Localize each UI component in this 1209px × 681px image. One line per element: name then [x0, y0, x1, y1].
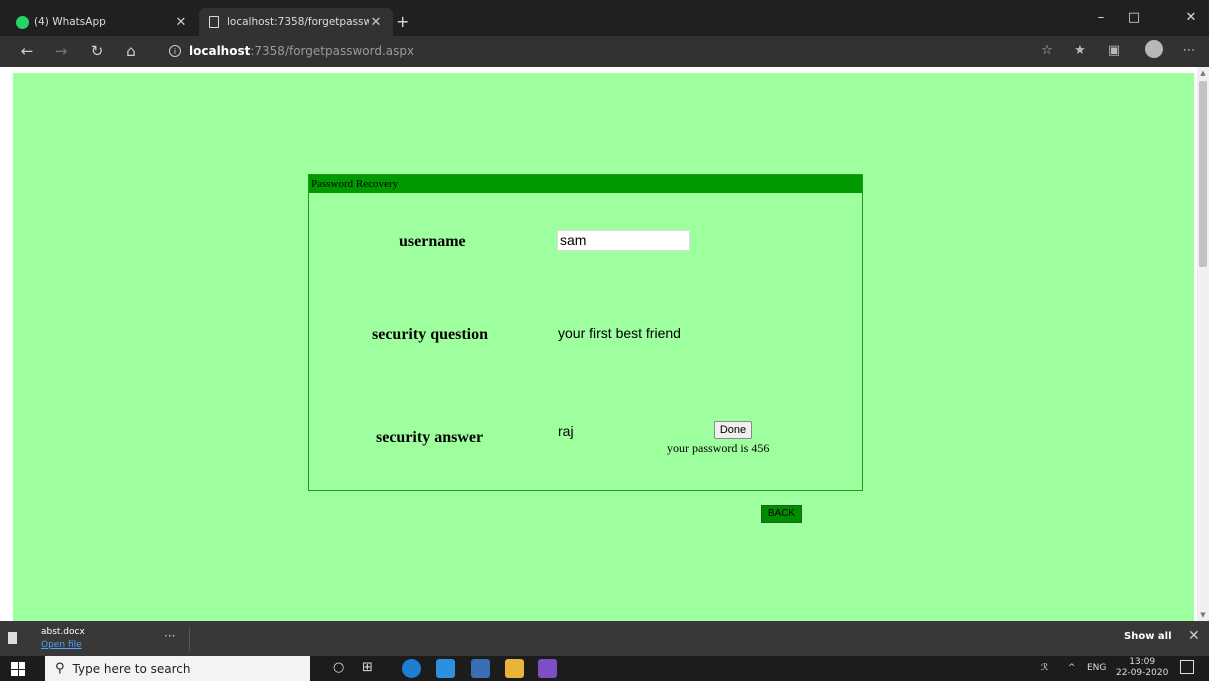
store-icon[interactable]	[436, 659, 455, 678]
favorites-icon[interactable]: ★	[1071, 43, 1089, 58]
forward-icon[interactable]: →	[51, 42, 71, 60]
username-label: username	[399, 233, 466, 250]
show-all-button[interactable]: Show all	[1124, 631, 1172, 642]
new-tab-button[interactable]: +	[396, 12, 409, 31]
url-path: :7358/forgetpassword.aspx	[250, 44, 415, 58]
search-placeholder: Type here to search	[72, 661, 191, 676]
password-recovery-panel: Password Recovery username sam security …	[308, 174, 863, 491]
tab-whatsapp[interactable]: (4) WhatsApp ✕	[6, 8, 198, 36]
tab-title: localhost:7358/forgetpassword.a	[227, 16, 369, 28]
clock[interactable]: 13:09 22-09-2020	[1116, 657, 1168, 679]
password-result-message: your password is 456	[667, 441, 770, 455]
paint-icon[interactable]	[471, 659, 490, 678]
cortana-icon[interactable]: ○	[333, 660, 344, 675]
panel-title: Password Recovery	[309, 175, 862, 193]
collections-icon[interactable]: ▣	[1105, 43, 1123, 58]
scroll-down-icon[interactable]: ▼	[1197, 611, 1209, 619]
favorite-star-icon[interactable]: ☆	[1038, 43, 1056, 58]
scroll-up-icon[interactable]: ▲	[1197, 69, 1209, 77]
file-explorer-icon[interactable]	[505, 659, 524, 678]
address-bar[interactable]: i localhost:7358/forgetpassword.aspx	[169, 44, 414, 58]
navigation-bar: ← → ↻ ⌂ i localhost:7358/forgetpassword.…	[0, 36, 1209, 67]
whatsapp-icon	[16, 15, 29, 29]
maximize-button[interactable]: □	[1124, 10, 1144, 25]
clock-date: 22-09-2020	[1116, 668, 1169, 678]
page-icon	[209, 16, 219, 28]
tab-strip: (4) WhatsApp ✕ localhost:7358/forgetpass…	[0, 0, 1209, 36]
scroll-thumb[interactable]	[1199, 81, 1207, 267]
tab-forgetpassword[interactable]: localhost:7358/forgetpassword.a ✕	[199, 8, 393, 36]
back-button[interactable]: BACK	[761, 505, 802, 523]
document-icon	[8, 632, 17, 644]
search-icon: ⚲	[55, 661, 65, 676]
security-answer-label: security answer	[376, 429, 484, 446]
taskbar-search[interactable]: ⚲ Type here to search	[45, 656, 310, 681]
downloads-bar: abst.docx Open file ··· Show all ✕	[0, 621, 1209, 656]
people-icon[interactable]: ℛ	[1041, 663, 1048, 673]
home-icon[interactable]: ⌂	[121, 42, 141, 60]
more-icon[interactable]: ⋯	[1180, 43, 1198, 58]
back-icon[interactable]: ←	[17, 42, 37, 60]
security-answer-field[interactable]: raj	[558, 423, 574, 439]
download-options-icon[interactable]: ···	[164, 629, 175, 643]
minimize-button[interactable]: –	[1091, 10, 1111, 25]
close-window-button[interactable]: ✕	[1181, 10, 1201, 25]
notifications-icon[interactable]	[1180, 660, 1194, 674]
download-file-name[interactable]: abst.docx	[41, 627, 85, 637]
tab-title: (4) WhatsApp	[34, 16, 106, 28]
security-question-label: security question	[372, 326, 488, 343]
profile-icon[interactable]	[1145, 40, 1163, 58]
username-input[interactable]: sam	[557, 230, 690, 251]
edge-icon[interactable]	[402, 659, 421, 678]
close-downloads-icon[interactable]: ✕	[1188, 628, 1200, 644]
windows-start-icon[interactable]	[11, 662, 25, 676]
taskbar: ⚲ Type here to search ○ ⊞ ℛ ^ ENG 13:09 …	[0, 656, 1209, 681]
close-tab-icon[interactable]: ✕	[174, 15, 188, 30]
info-icon[interactable]: i	[169, 45, 181, 57]
task-view-icon[interactable]: ⊞	[362, 660, 373, 675]
url-host: localhost	[189, 44, 251, 58]
divider	[189, 627, 190, 651]
language-indicator[interactable]: ENG	[1087, 663, 1106, 673]
open-file-link[interactable]: Open file	[41, 640, 82, 650]
security-question-value: your first best friend	[558, 325, 681, 341]
chevron-up-icon[interactable]: ^	[1068, 663, 1076, 673]
visual-studio-icon[interactable]	[538, 659, 557, 678]
page-scrollbar[interactable]: ▲ ▼	[1197, 67, 1209, 621]
done-button[interactable]: Done	[714, 421, 752, 439]
close-tab-icon[interactable]: ✕	[369, 15, 383, 30]
clock-time: 13:09	[1129, 657, 1156, 667]
page-viewport: Password Recovery username sam security …	[0, 67, 1209, 621]
refresh-icon[interactable]: ↻	[87, 42, 107, 60]
